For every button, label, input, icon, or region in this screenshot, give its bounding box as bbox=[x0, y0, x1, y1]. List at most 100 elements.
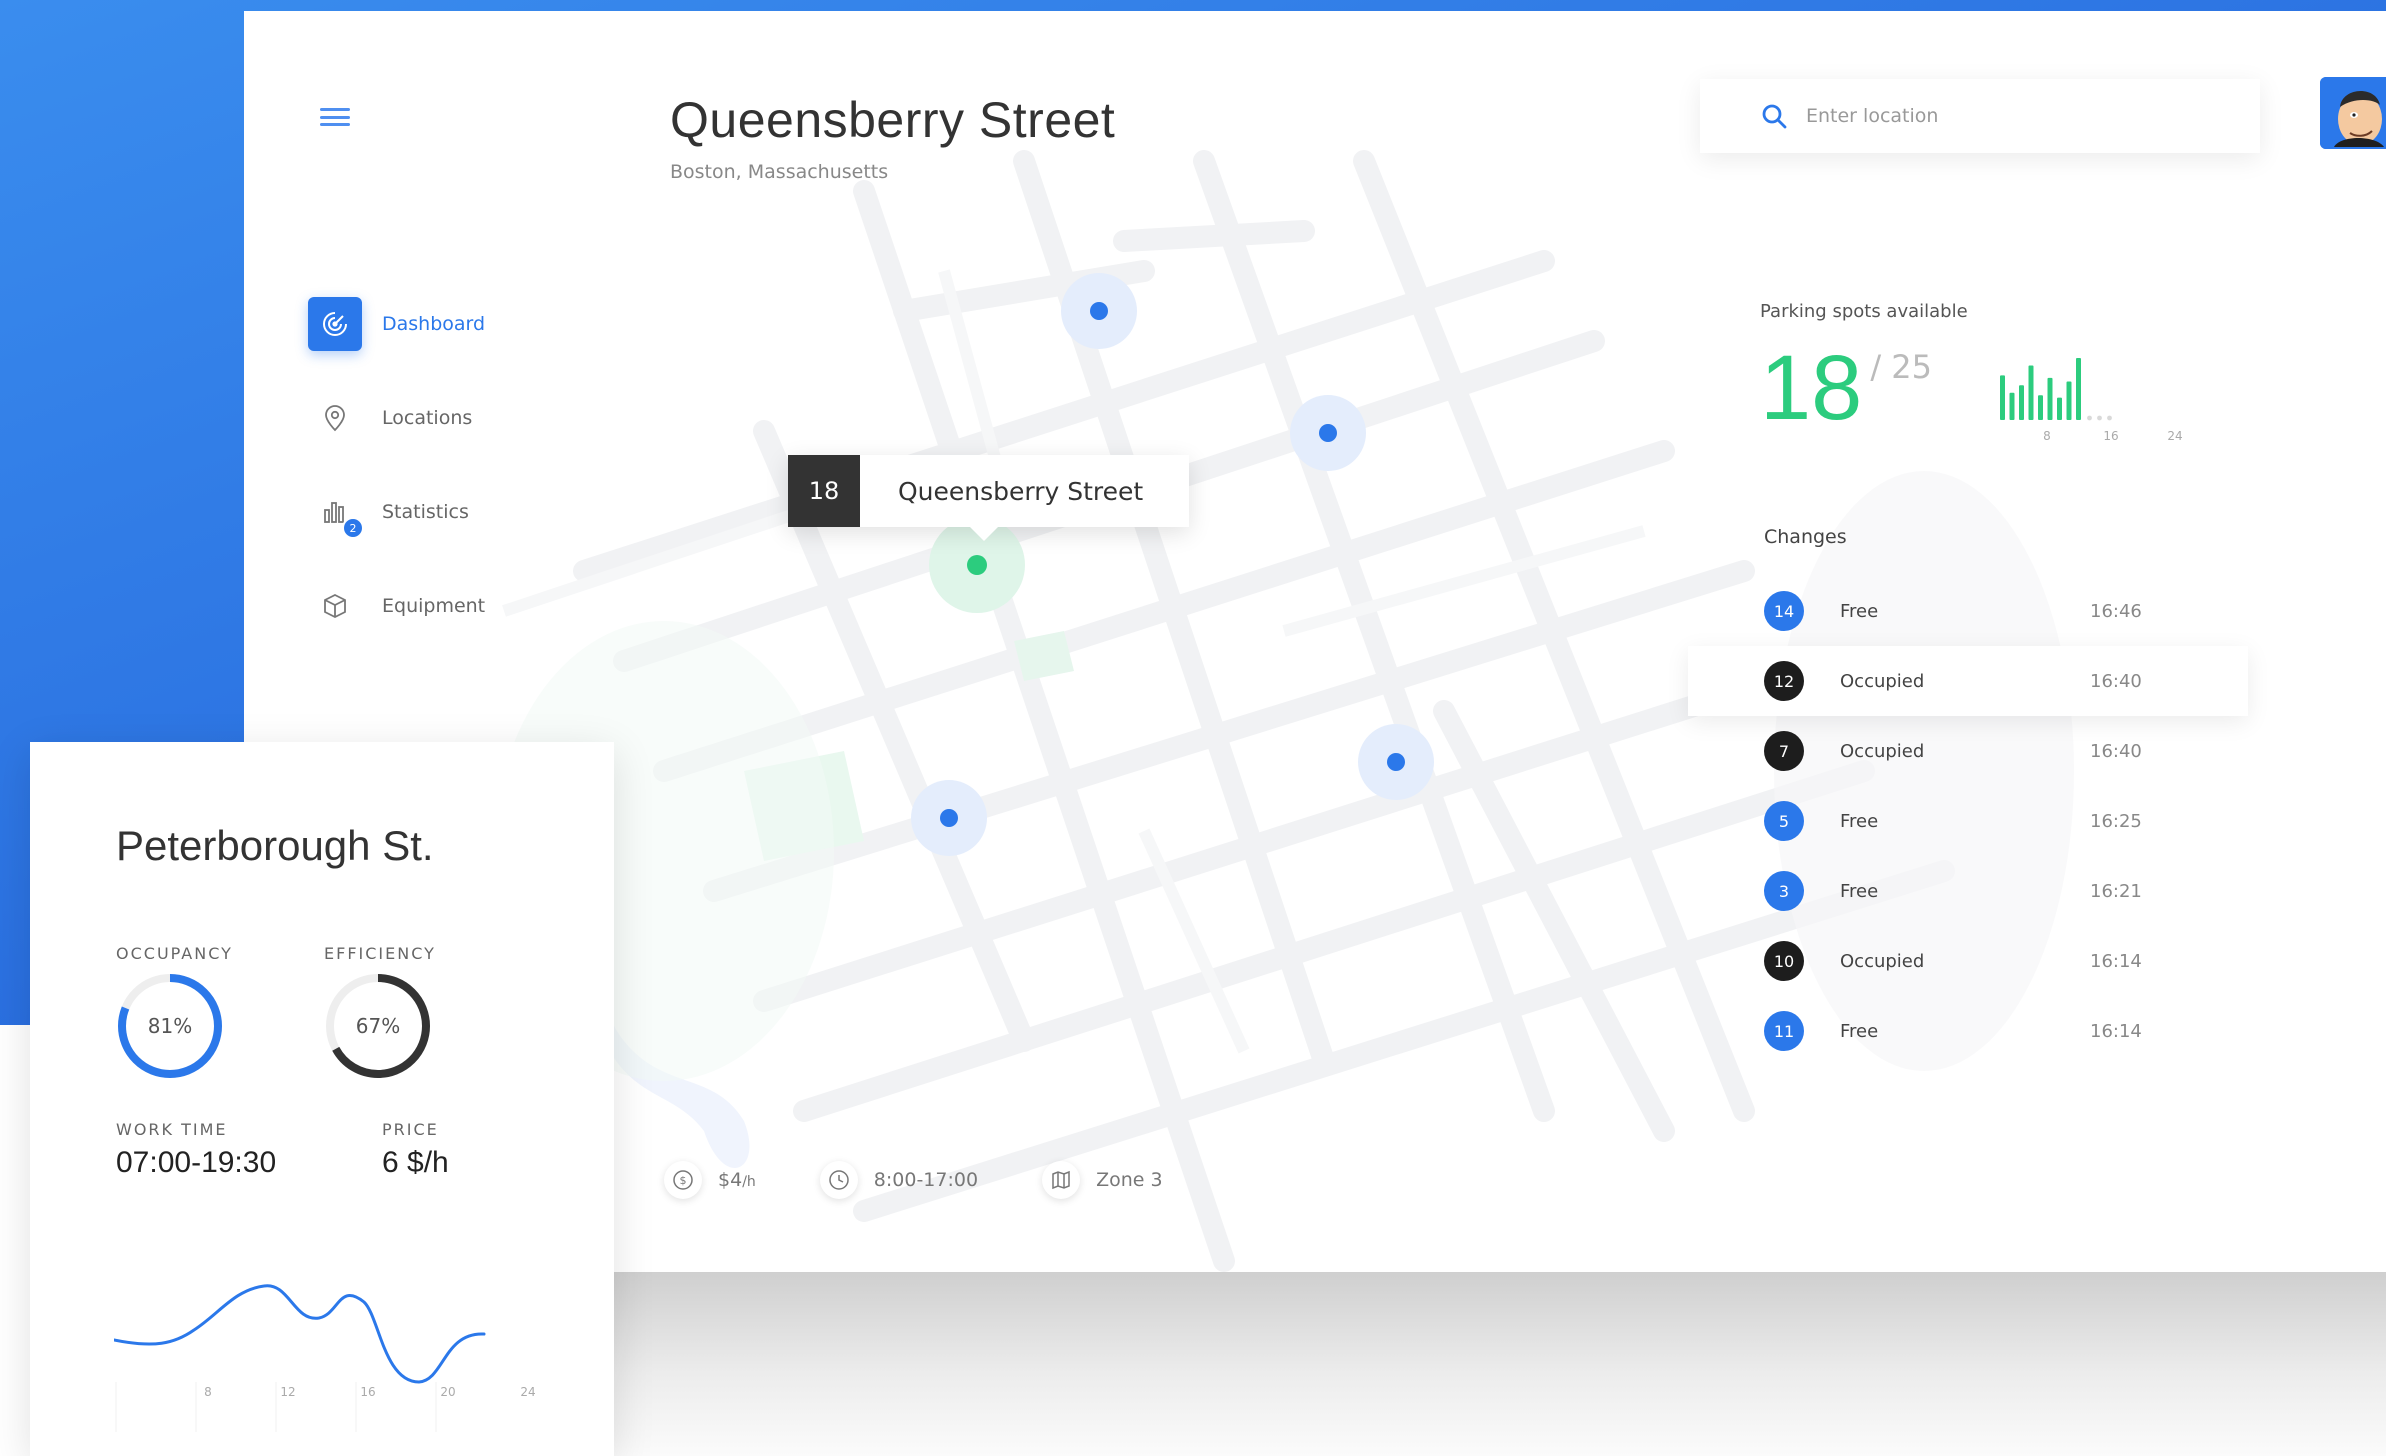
change-status: Occupied bbox=[1840, 670, 1925, 692]
change-row[interactable]: 5 Free 16:25 bbox=[1760, 786, 2280, 856]
efficiency-value: 67% bbox=[355, 1014, 401, 1038]
sidebar-item-label: Dashboard bbox=[382, 313, 486, 335]
price-value: $4 bbox=[718, 1169, 743, 1191]
change-row[interactable]: 7 Occupied 16:40 bbox=[1760, 716, 2280, 786]
svg-text:$: $ bbox=[680, 1174, 687, 1187]
placeholder-dot bbox=[2087, 415, 2092, 421]
map-tooltip[interactable]: 18 Queensberry Street bbox=[788, 455, 1190, 527]
change-row[interactable]: 3 Free 16:21 bbox=[1760, 856, 2280, 926]
change-status: Free bbox=[1840, 600, 1879, 622]
bar-chart-icon: 2 bbox=[308, 485, 364, 539]
dollar-icon: $ bbox=[664, 1161, 702, 1199]
sidebar-item-label: Locations bbox=[382, 407, 473, 429]
spot-number-badge: 3 bbox=[1764, 871, 1804, 911]
spots-total: / 25 bbox=[1870, 348, 1933, 386]
price-value: 6 $/h bbox=[382, 1146, 449, 1179]
card-title: Peterborough St. bbox=[116, 822, 434, 869]
price-info: $ $4/h bbox=[664, 1161, 756, 1199]
change-status: Free bbox=[1840, 880, 1879, 902]
location-card[interactable]: Peterborough St. OCCUPANCY 81% EFFICIENC… bbox=[30, 742, 614, 1456]
mini-chart-tick: 24 bbox=[2167, 429, 2182, 443]
chart-tick-label: 20 bbox=[440, 1385, 455, 1399]
change-time: 16:14 bbox=[2090, 1020, 2142, 1042]
cube-icon bbox=[308, 579, 362, 633]
change-time: 16:21 bbox=[2090, 880, 2142, 902]
chart-tick-label: 24 bbox=[520, 1385, 535, 1399]
change-status: Free bbox=[1840, 1020, 1879, 1042]
right-panel: Parking spots available 18 / 25 8 16 24 Ch… bbox=[1688, 301, 2280, 1066]
trend-line bbox=[114, 1284, 486, 1384]
availability-bar bbox=[2047, 377, 2053, 420]
availability-bar bbox=[2038, 395, 2044, 420]
work-time-value: 07:00-19:30 bbox=[116, 1146, 277, 1179]
price-label: PRICE bbox=[382, 1120, 439, 1139]
zone-info: Zone 3 bbox=[1042, 1161, 1163, 1199]
tooltip-arrow bbox=[970, 527, 998, 541]
availability-bar bbox=[2019, 385, 2025, 420]
change-status: Occupied bbox=[1840, 740, 1925, 762]
change-row[interactable]: 14 Free 16:46 bbox=[1760, 576, 2280, 646]
location-info: $ $4/h 8:00-17:00 Zone 3 bbox=[664, 1161, 1227, 1199]
change-row[interactable]: 10 Occupied 16:14 bbox=[1760, 926, 2280, 996]
occupancy-value: 81% bbox=[147, 1014, 193, 1038]
sidebar-item-label: Statistics bbox=[382, 501, 469, 523]
placeholder-dot bbox=[2097, 415, 2102, 421]
sidebar-nav: Dashboard Locations 2 Statistics Equipme… bbox=[308, 297, 485, 673]
occupancy-label: OCCUPANCY bbox=[116, 944, 233, 963]
clock-icon bbox=[819, 1161, 858, 1199]
mini-chart-tick: 16 bbox=[2103, 429, 2118, 443]
tooltip-number: 18 bbox=[788, 455, 860, 527]
map-icon bbox=[1042, 1161, 1081, 1199]
availability-bar bbox=[2057, 397, 2063, 420]
spot-number-badge: 11 bbox=[1764, 1011, 1804, 1051]
change-time: 16:25 bbox=[2090, 810, 2142, 832]
change-time: 16:14 bbox=[2090, 950, 2142, 972]
chart-tick-label: 12 bbox=[280, 1385, 295, 1399]
menu-icon[interactable] bbox=[320, 105, 350, 129]
spot-number-badge: 7 bbox=[1764, 731, 1804, 771]
location-pin-icon bbox=[308, 391, 362, 445]
availability-bar bbox=[2028, 365, 2034, 420]
sidebar-item-dashboard[interactable]: Dashboard bbox=[308, 297, 485, 351]
mini-chart-tick: 8 bbox=[2043, 429, 2051, 443]
tooltip-name: Queensberry Street bbox=[898, 476, 1144, 506]
spots-label: Parking spots available bbox=[1760, 301, 1968, 322]
spot-number-badge: 12 bbox=[1764, 661, 1804, 701]
occupancy-trend-chart: 8 12 16 20 24 bbox=[114, 1284, 536, 1432]
change-time: 16:46 bbox=[2090, 600, 2142, 622]
spot-number-badge: 14 bbox=[1764, 591, 1804, 631]
work-time-label: WORK TIME bbox=[116, 1120, 228, 1139]
sidebar-item-equipment[interactable]: Equipment bbox=[308, 579, 485, 633]
zone-value: Zone 3 bbox=[1096, 1169, 1163, 1191]
availability-mini-chart: 8 16 24 bbox=[2000, 358, 2183, 443]
search-input[interactable] bbox=[1806, 105, 2226, 127]
spot-number-badge: 10 bbox=[1764, 941, 1804, 981]
change-status: Occupied bbox=[1840, 950, 1925, 972]
availability-bar bbox=[2076, 358, 2082, 420]
chart-tick-label: 16 bbox=[360, 1385, 375, 1399]
availability-bar bbox=[2066, 381, 2072, 420]
hours-value: 8:00-17:00 bbox=[873, 1169, 979, 1191]
changes-list: 14 Free 16:46 12 Occupied 16:40 7 Occupied 16:40… bbox=[1688, 576, 2280, 1066]
placeholder-dot bbox=[2107, 415, 2112, 421]
change-row[interactable]: 12 Occupied 16:40 bbox=[1688, 646, 2280, 716]
availability-bar bbox=[2009, 392, 2015, 420]
sidebar-item-statistics[interactable]: 2 Statistics bbox=[308, 485, 485, 539]
availability-bar bbox=[2000, 375, 2006, 420]
search-box[interactable] bbox=[1700, 79, 2260, 153]
page-title: Queensberry Street bbox=[670, 92, 1116, 148]
changes-title: Changes bbox=[1764, 526, 1847, 548]
hours-info: 8:00-17:00 bbox=[819, 1161, 979, 1199]
radar-icon bbox=[308, 297, 362, 351]
change-time: 16:40 bbox=[2090, 740, 2142, 762]
change-time: 16:40 bbox=[2090, 670, 2142, 692]
change-status: Free bbox=[1840, 810, 1879, 832]
spot-number-badge: 5 bbox=[1764, 801, 1804, 841]
avatar[interactable] bbox=[2320, 77, 2386, 149]
price-unit: /h bbox=[742, 1174, 756, 1190]
chart-tick-label: 8 bbox=[204, 1385, 212, 1399]
spots-available: 18 bbox=[1760, 337, 1863, 439]
sidebar-item-locations[interactable]: Locations bbox=[308, 391, 485, 445]
search-icon bbox=[1762, 104, 1787, 129]
change-row[interactable]: 11 Free 16:14 bbox=[1760, 996, 2280, 1066]
